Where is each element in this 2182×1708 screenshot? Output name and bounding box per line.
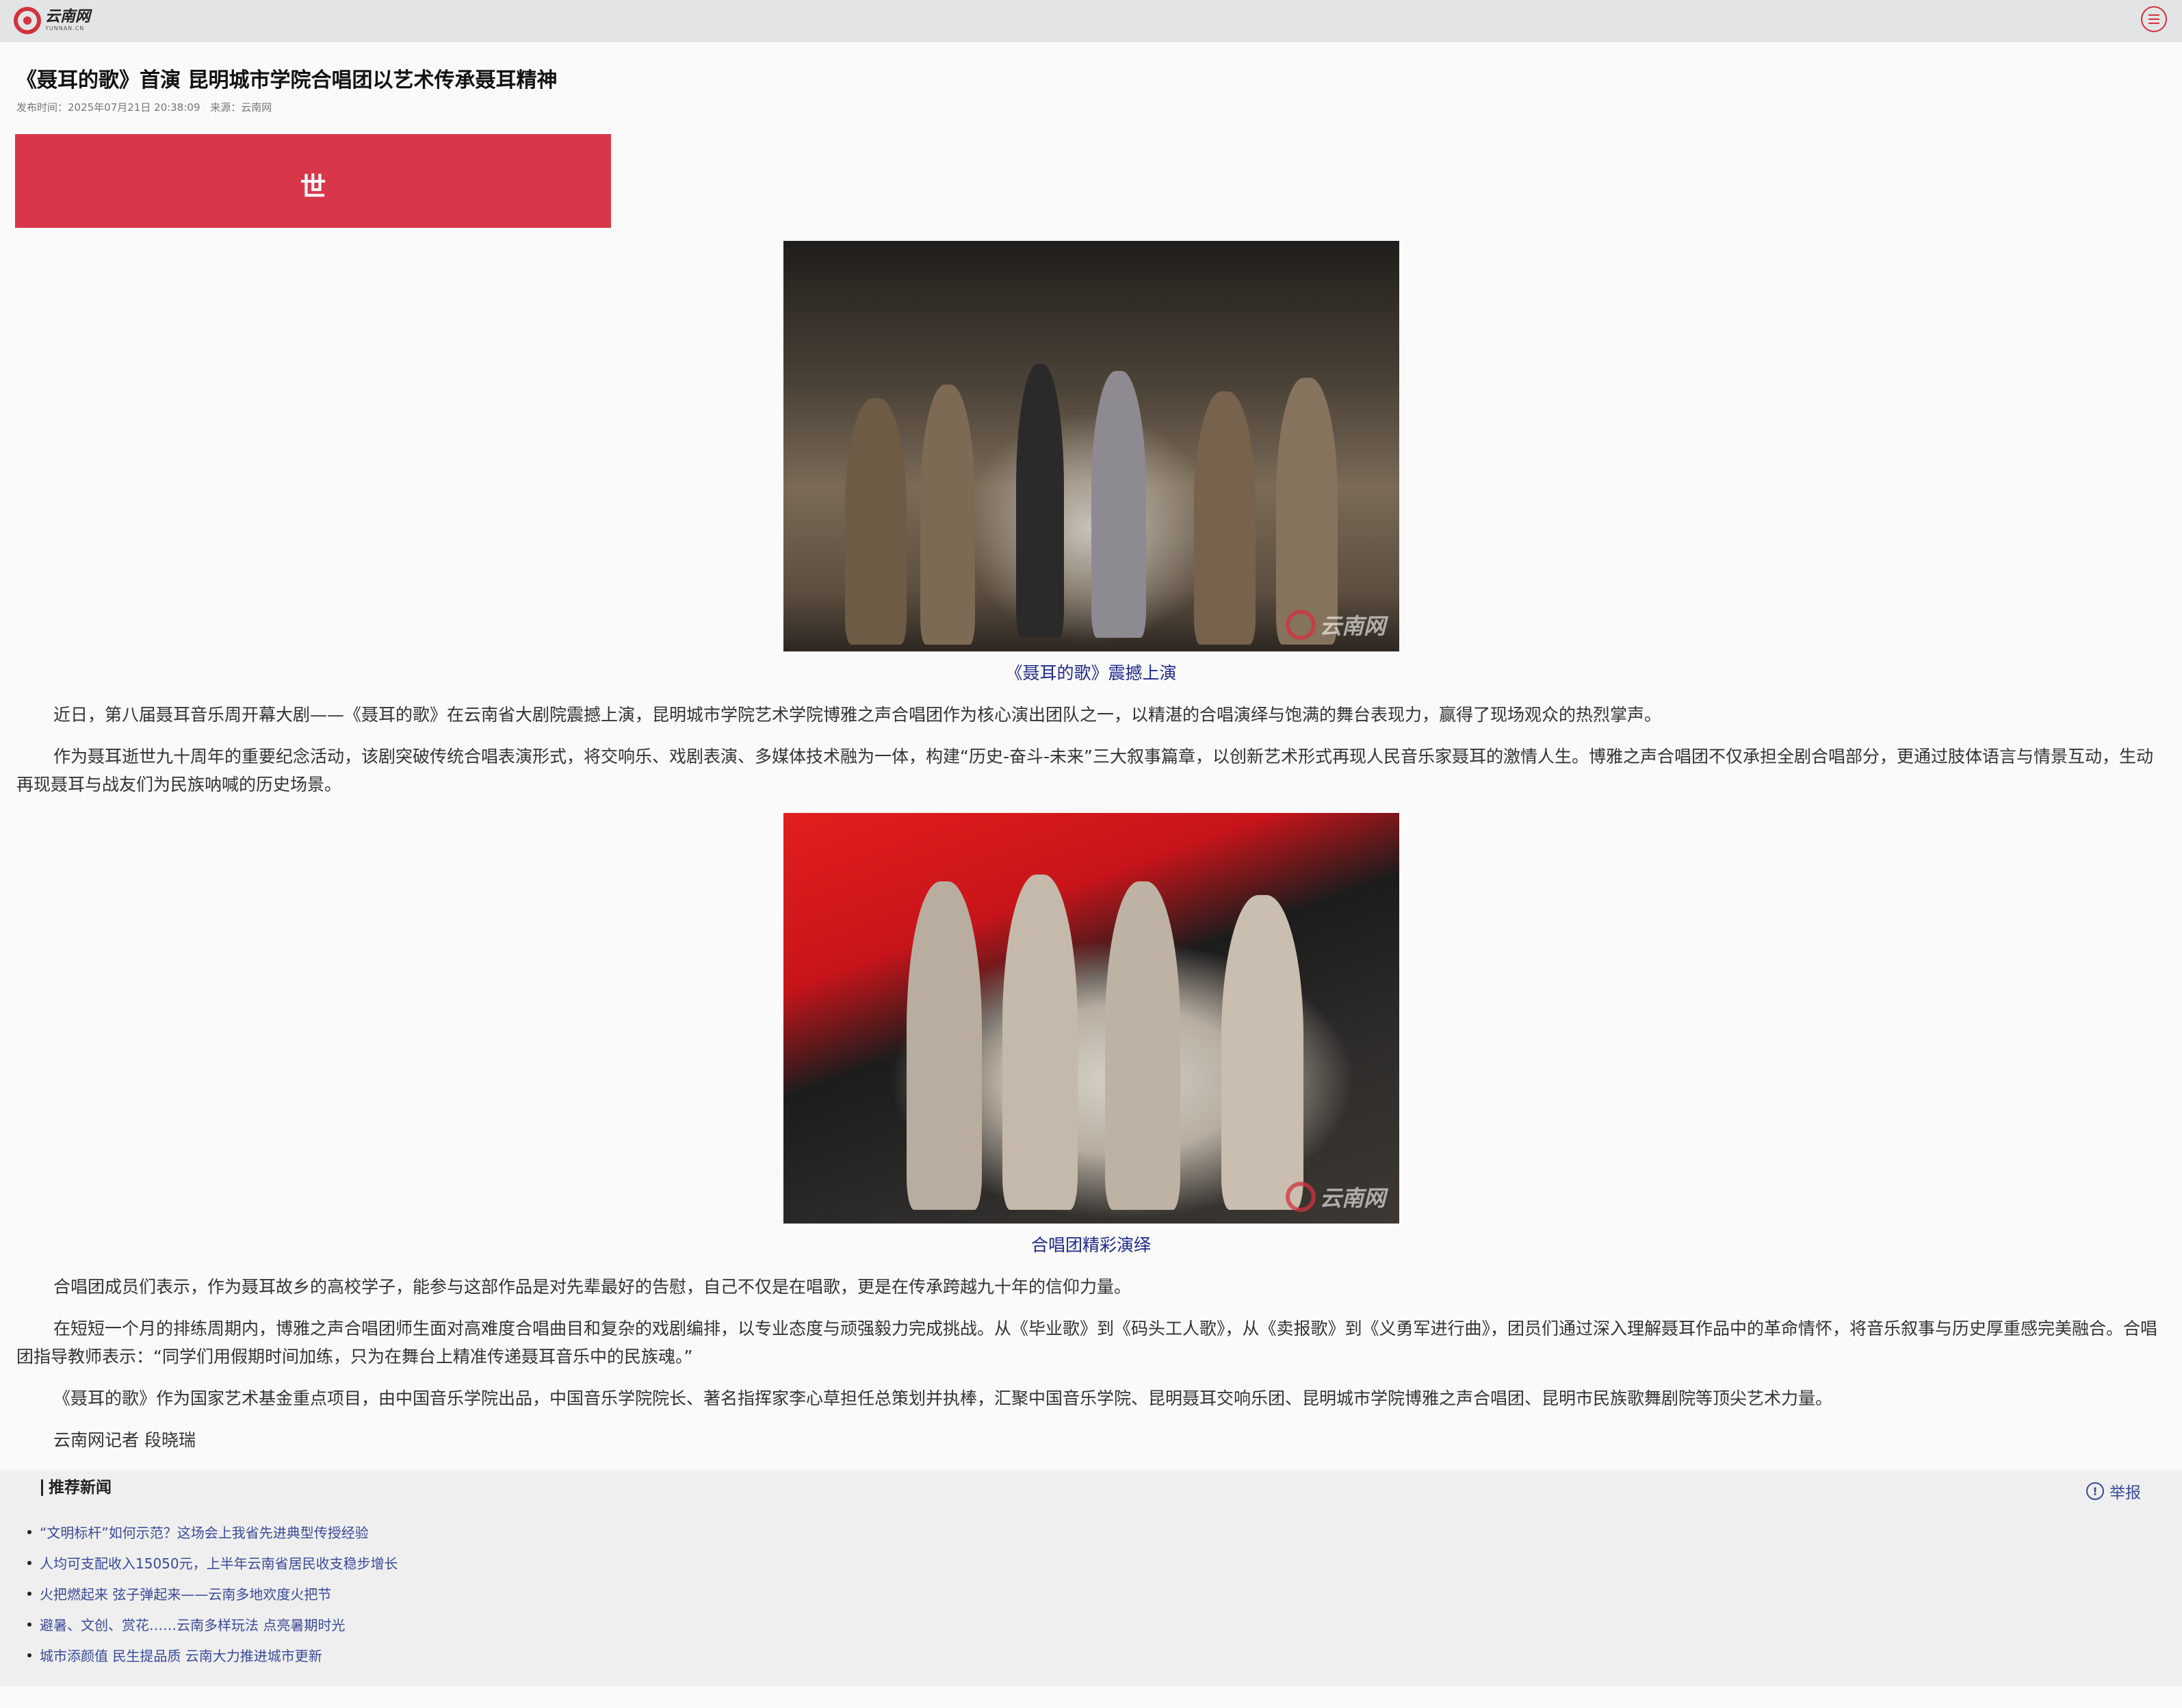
news-link[interactable]: 城市添颜值 民生提品质 云南大力推进城市更新: [27, 1640, 398, 1670]
article-paragraph: 合唱团成员们表示，作为聂耳故乡的高校学子，能参与这部作品是对先辈最好的告慰，自己…: [53, 1277, 1132, 1297]
report-button[interactable]: ! 举报: [2086, 1479, 2141, 1503]
logo-subtext: YUNNAN.CN: [45, 25, 85, 31]
article-paragraph: 作为聂耳逝世九十周年的重要纪念活动，该剧突破传统合唱表演形式，将交响乐、戏剧表演…: [16, 747, 2153, 794]
recommended-news: 推荐新闻 ! 举报 “文明标杆”如何示范？这场会上我省先进典型传授经验 人均可支…: [0, 1470, 2182, 1686]
logo-text: 云南网: [45, 8, 91, 25]
report-alert-icon: !: [2086, 1482, 2104, 1500]
ad-banner[interactable]: 世: [15, 134, 611, 228]
top-bar: 云南网 YUNNAN.CN: [0, 0, 2182, 42]
article-paragraph: 近日，第八届聂耳音乐周开幕大剧——《聂耳的歌》在云南省大剧院震撼上演，昆明城市学…: [53, 705, 1662, 725]
article-source: 来源：云南网: [210, 101, 272, 114]
watermark-logo-icon: [1285, 1182, 1316, 1212]
banner-glyph: 世: [300, 172, 326, 202]
site-logo[interactable]: 云南网 YUNNAN.CN: [14, 5, 90, 36]
article-paragraph: 《聂耳的歌》作为国家艺术基金重点项目，由中国音乐学院出品，中国音乐学院院长、著名…: [53, 1388, 1833, 1408]
photo-caption-2: 合唱团精彩演绎: [1030, 1235, 1151, 1255]
article-title: 《聂耳的歌》首演 昆明城市学院合唱团以艺术传承聂耳精神: [16, 68, 558, 92]
logo-icon: [14, 7, 41, 34]
recommended-news-title: 推荐新闻: [41, 1479, 112, 1496]
news-link[interactable]: 避暑、文创、赏花……云南多样玩法 点亮暑期时光: [27, 1609, 398, 1640]
recommended-news-list: “文明标杆”如何示范？这场会上我省先进典型传授经验 人均可支配收入15050元，…: [27, 1516, 398, 1670]
article-paragraph: 在短短一个月的排练周期内，博雅之声合唱团师生面对高难度合唱曲目和复杂的戏剧编排，…: [16, 1319, 2158, 1367]
article-meta: 发布时间：2025年07月21日 20:38:09 来源：云南网: [16, 100, 278, 114]
watermark-logo-icon: [1285, 610, 1316, 640]
article-photo-1: 云南网: [783, 241, 1399, 651]
news-link[interactable]: 人均可支配收入15050元，上半年云南省居民收支稳步增长: [27, 1547, 398, 1578]
publish-time: 发布时间：2025年07月21日 20:38:09: [16, 101, 200, 114]
news-link[interactable]: “文明标杆”如何示范？这场会上我省先进典型传授经验: [27, 1516, 398, 1547]
news-link[interactable]: 火把燃起来 弦子弹起来——云南多地欢度火把节: [27, 1578, 398, 1609]
photo-watermark: 云南网: [1319, 613, 1386, 639]
menu-icon[interactable]: [2141, 6, 2167, 32]
article-photo-2: 云南网: [783, 813, 1399, 1224]
photo-caption-1: 《聂耳的歌》震撼上演: [1005, 663, 1177, 683]
report-label: 举报: [2109, 1484, 2141, 1502]
photo-watermark: 云南网: [1319, 1185, 1386, 1211]
reporter-byline: 云南网记者 段晓瑞: [53, 1430, 196, 1450]
